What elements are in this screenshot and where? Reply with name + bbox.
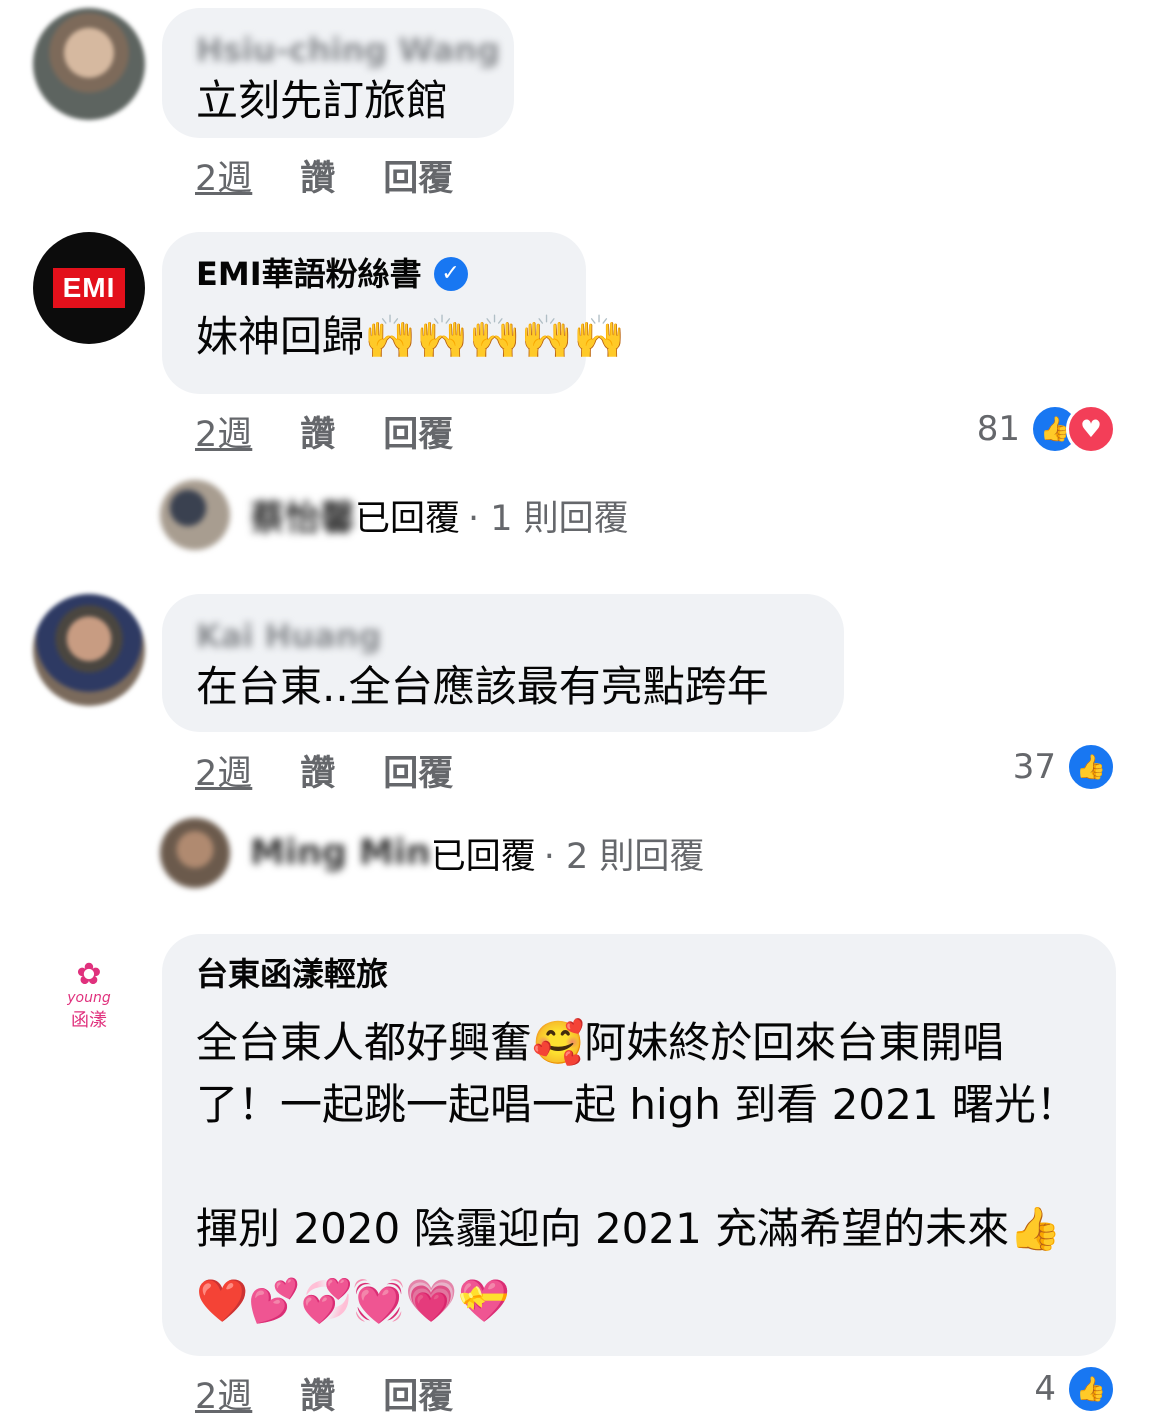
comment-text: 在台東..全台應該最有亮點跨年: [196, 662, 769, 711]
comment-line: [196, 1136, 1082, 1198]
comment-bubble: EMI華語粉絲書 ✓ 妹神回歸🙌🙌🙌🙌🙌: [162, 232, 626, 394]
timestamp-link[interactable]: 2週: [195, 150, 252, 201]
comment-actions: 2週 讚 回覆: [195, 745, 453, 796]
comment-line: 揮別 2020 陰霾迎向 2021 充滿希望的未來👍: [196, 1204, 1062, 1253]
avatar[interactable]: [33, 594, 145, 706]
reply-action: 已回覆: [355, 498, 461, 539]
timestamp-link[interactable]: 2週: [195, 745, 252, 796]
reply-avatar: [160, 480, 230, 550]
reply-author: 蔡怡馨: [250, 498, 356, 539]
reply-button[interactable]: 回覆: [383, 150, 453, 201]
comment-bubble: Hsiu-ching Wang 立刻先訂旅館: [162, 8, 514, 138]
verified-badge-icon: ✓: [433, 257, 468, 291]
comment-actions: 2週 讚 回覆: [195, 150, 453, 201]
avatar[interactable]: [33, 8, 145, 120]
comment-line: 了！一起跳一起唱一起 high 到看 2021 曙光！: [196, 1080, 1078, 1129]
like-button[interactable]: 讚: [300, 745, 335, 796]
reaction-count: 37: [1012, 747, 1056, 787]
reply-avatar: [160, 818, 230, 888]
timestamp-link[interactable]: 2週: [195, 1368, 252, 1419]
comment-bubble: 台東函漾輕旅 全台東人都好興奮🥰阿妹終於回來台東開唱 了！一起跳一起唱一起 hi…: [162, 934, 1116, 1356]
hotel-logo-text: young: [67, 990, 111, 1006]
emi-logo: EMI: [52, 268, 126, 308]
reply-count: · 2 則回覆: [543, 836, 705, 877]
hotel-logo-name: 函漾: [71, 1010, 107, 1031]
like-reaction-icon: 👍: [1066, 742, 1116, 792]
comment-text: 妹神回歸🙌🙌🙌🙌🙌: [196, 312, 626, 361]
reaction-summary[interactable]: 37 👍: [1013, 742, 1116, 792]
like-button[interactable]: 讚: [300, 1368, 335, 1419]
reply-action: 已回覆: [430, 836, 536, 877]
comment-author[interactable]: Kai Huang: [196, 616, 810, 656]
reply-count: · 1 則回覆: [468, 498, 629, 539]
orchid-logo-icon: ✿: [76, 957, 102, 992]
comment-author[interactable]: Hsiu-ching Wang: [196, 30, 500, 70]
hotel-avatar[interactable]: ✿ young 函漾: [33, 940, 145, 1052]
comment-line: 全台東人都好興奮🥰阿妹終於回來台東開唱: [196, 1018, 1005, 1067]
view-replies-link[interactable]: Ming Min 已回覆 · 2 則回覆: [160, 818, 704, 888]
like-button[interactable]: 讚: [300, 150, 335, 201]
comment-text: 立刻先訂旅館: [196, 76, 449, 125]
view-replies-link[interactable]: 蔡怡馨 已回覆 · 1 則回覆: [160, 480, 629, 550]
reply-button[interactable]: 回覆: [383, 406, 453, 457]
comment-bubble: Kai Huang 在台東..全台應該最有亮點跨年: [162, 594, 844, 732]
comment-text: 全台東人都好興奮🥰阿妹終於回來台東開唱 了！一起跳一起唱一起 high 到看 2…: [196, 1012, 1082, 1332]
reaction-count: 4: [1034, 1369, 1056, 1409]
comment-actions: 2週 讚 回覆: [195, 406, 453, 457]
emi-avatar[interactable]: EMI: [33, 232, 145, 344]
comment-author[interactable]: 台東函漾輕旅: [196, 954, 1082, 994]
reply-button[interactable]: 回覆: [383, 1368, 453, 1419]
reaction-summary[interactable]: 4 👍: [1034, 1364, 1116, 1414]
reaction-count: 81: [976, 409, 1020, 449]
timestamp-link[interactable]: 2週: [195, 406, 252, 457]
reply-author: Ming Min: [250, 833, 431, 873]
reply-button[interactable]: 回覆: [383, 745, 453, 796]
author-row: EMI華語粉絲書 ✓: [196, 254, 552, 294]
like-reaction-icon: 👍: [1066, 1364, 1116, 1414]
comment-line: ❤️💕💞💓💗💝: [196, 1276, 510, 1325]
love-reaction-icon: ♥: [1066, 404, 1116, 454]
comment-author[interactable]: EMI華語粉絲書: [196, 254, 422, 294]
like-button[interactable]: 讚: [300, 406, 335, 457]
reaction-summary[interactable]: 81 👍 ♥: [977, 404, 1116, 454]
comment-actions: 2週 讚 回覆: [195, 1368, 453, 1419]
